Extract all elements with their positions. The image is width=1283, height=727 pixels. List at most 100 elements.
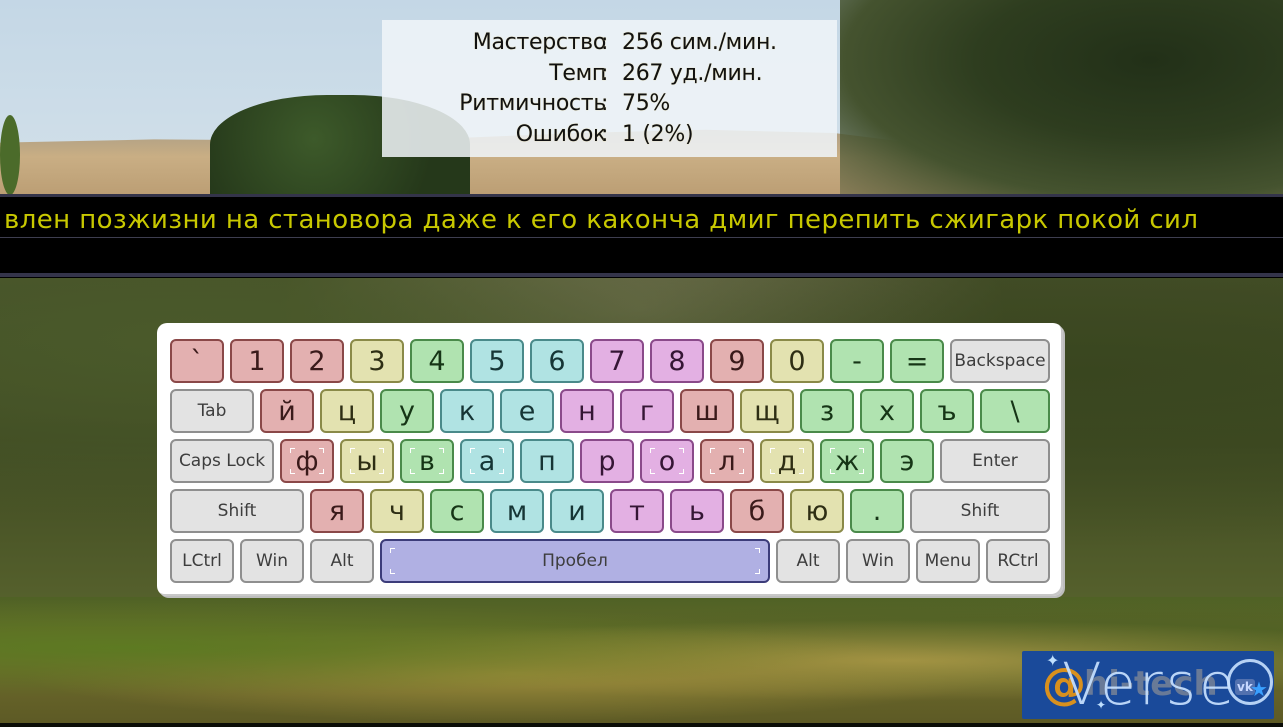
key-r1-11[interactable]: х bbox=[860, 389, 914, 433]
key-backspace[interactable]: Backspace bbox=[950, 339, 1050, 383]
stat-value: 1 (2%) bbox=[622, 122, 694, 147]
key-r3-2[interactable]: ч bbox=[370, 489, 424, 533]
key-r3-6[interactable]: т bbox=[610, 489, 664, 533]
key-r2-8[interactable]: л bbox=[700, 439, 754, 483]
key-label: Caps Lock bbox=[178, 450, 266, 471]
stat-separator: : bbox=[601, 30, 609, 55]
logo-verse-text: Verse bbox=[1062, 651, 1238, 718]
key-label: - bbox=[852, 345, 862, 377]
key-r0-10[interactable]: 0 bbox=[770, 339, 824, 383]
key-r2-10[interactable]: ж bbox=[820, 439, 874, 483]
key-r0-9[interactable]: 9 bbox=[710, 339, 764, 383]
key-menu[interactable]: Menu bbox=[916, 539, 980, 583]
key-r2-9[interactable]: д bbox=[760, 439, 814, 483]
key-r0-1[interactable]: 1 bbox=[230, 339, 284, 383]
key-r2-2[interactable]: ы bbox=[340, 439, 394, 483]
key-r3-9[interactable]: ю bbox=[790, 489, 844, 533]
key-label: э bbox=[899, 445, 915, 477]
key-r0-7[interactable]: 7 bbox=[590, 339, 644, 383]
key-r0-0[interactable]: ` bbox=[170, 339, 224, 383]
key-label: л bbox=[718, 445, 736, 477]
key-label: . bbox=[872, 495, 882, 527]
key-r0-6[interactable]: 6 bbox=[530, 339, 584, 383]
stat-mastery: Мастерство : 256 сим./мин. bbox=[382, 28, 837, 58]
key-r1-13[interactable]: \ bbox=[980, 389, 1050, 433]
key-r1-4[interactable]: к bbox=[440, 389, 494, 433]
stat-label: Ошибок bbox=[515, 122, 607, 147]
background-edge bbox=[0, 723, 1283, 727]
key-label: й bbox=[278, 395, 296, 427]
key-shift[interactable]: Shift bbox=[910, 489, 1050, 533]
key-win[interactable]: Win bbox=[240, 539, 304, 583]
key-label: 5 bbox=[488, 345, 506, 377]
key-label: з bbox=[819, 395, 835, 427]
key-r1-5[interactable]: е bbox=[500, 389, 554, 433]
key-label: Shift bbox=[960, 500, 1000, 521]
key-r1-1[interactable]: й bbox=[260, 389, 314, 433]
key-r1-2[interactable]: ц bbox=[320, 389, 374, 433]
key-r1-3[interactable]: у bbox=[380, 389, 434, 433]
key-r2-1[interactable]: ф bbox=[280, 439, 334, 483]
stat-value: 75% bbox=[622, 91, 670, 116]
key-r1-6[interactable]: н bbox=[560, 389, 614, 433]
key-r2-6[interactable]: р bbox=[580, 439, 634, 483]
key-r2-11[interactable]: э bbox=[880, 439, 934, 483]
key-r3-10[interactable]: . bbox=[850, 489, 904, 533]
key-label: о bbox=[658, 445, 676, 477]
key-r1-10[interactable]: з bbox=[800, 389, 854, 433]
key-r0-12[interactable]: = bbox=[890, 339, 944, 383]
key-r1-7[interactable]: г bbox=[620, 389, 674, 433]
key-rctrl[interactable]: RCtrl bbox=[986, 539, 1050, 583]
key-label: я bbox=[328, 495, 346, 527]
key-r3-5[interactable]: и bbox=[550, 489, 604, 533]
key-tab[interactable]: Tab bbox=[170, 389, 254, 433]
key-label: 8 bbox=[668, 345, 686, 377]
key-r0-8[interactable]: 8 bbox=[650, 339, 704, 383]
key-label: ж bbox=[834, 445, 860, 477]
key-alt[interactable]: Alt bbox=[310, 539, 374, 583]
key-r2-5[interactable]: п bbox=[520, 439, 574, 483]
key-label: 4 bbox=[428, 345, 446, 377]
typing-input[interactable] bbox=[4, 242, 1278, 272]
key-r3-4[interactable]: м bbox=[490, 489, 544, 533]
key-lctrl[interactable]: LCtrl bbox=[170, 539, 234, 583]
key-alt[interactable]: Alt bbox=[776, 539, 840, 583]
key-пробел[interactable]: Пробел bbox=[380, 539, 770, 583]
key-label: а bbox=[478, 445, 496, 477]
key-caps-lock[interactable]: Caps Lock bbox=[170, 439, 274, 483]
key-label: ы bbox=[356, 445, 378, 477]
key-label: ю bbox=[805, 495, 829, 527]
key-label: Menu bbox=[924, 550, 972, 571]
key-r1-8[interactable]: ш bbox=[680, 389, 734, 433]
key-label: Пробел bbox=[542, 550, 608, 571]
key-label: ъ bbox=[937, 395, 957, 427]
key-label: ч bbox=[389, 495, 405, 527]
key-r2-3[interactable]: в bbox=[400, 439, 454, 483]
key-r3-3[interactable]: с bbox=[430, 489, 484, 533]
key-label: 7 bbox=[608, 345, 626, 377]
key-r0-5[interactable]: 5 bbox=[470, 339, 524, 383]
key-label: Win bbox=[862, 550, 894, 571]
key-label: 1 bbox=[248, 345, 266, 377]
key-enter[interactable]: Enter bbox=[940, 439, 1050, 483]
key-r3-8[interactable]: б bbox=[730, 489, 784, 533]
key-label: е bbox=[518, 395, 536, 427]
key-label: р bbox=[598, 445, 616, 477]
key-r3-1[interactable]: я bbox=[310, 489, 364, 533]
key-r2-7[interactable]: о bbox=[640, 439, 694, 483]
key-r0-11[interactable]: - bbox=[830, 339, 884, 383]
key-r0-2[interactable]: 2 bbox=[290, 339, 344, 383]
key-label: ь bbox=[689, 495, 705, 527]
key-win[interactable]: Win bbox=[846, 539, 910, 583]
key-label: Backspace bbox=[954, 350, 1046, 371]
key-r0-3[interactable]: 3 bbox=[350, 339, 404, 383]
sparkle-icon: ✦ bbox=[1046, 651, 1060, 670]
on-screen-keyboard: ` 1 2 3 4 5 6 7 8 9 0 - = Backspace Tab й ц у к е н г ш щ з х ъ \ Ca… bbox=[157, 323, 1063, 596]
key-r0-4[interactable]: 4 bbox=[410, 339, 464, 383]
key-r1-9[interactable]: щ bbox=[740, 389, 794, 433]
key-r1-12[interactable]: ъ bbox=[920, 389, 974, 433]
key-r3-7[interactable]: ь bbox=[670, 489, 724, 533]
key-shift[interactable]: Shift bbox=[170, 489, 304, 533]
key-label: \ bbox=[1010, 395, 1020, 427]
key-r2-4[interactable]: а bbox=[460, 439, 514, 483]
